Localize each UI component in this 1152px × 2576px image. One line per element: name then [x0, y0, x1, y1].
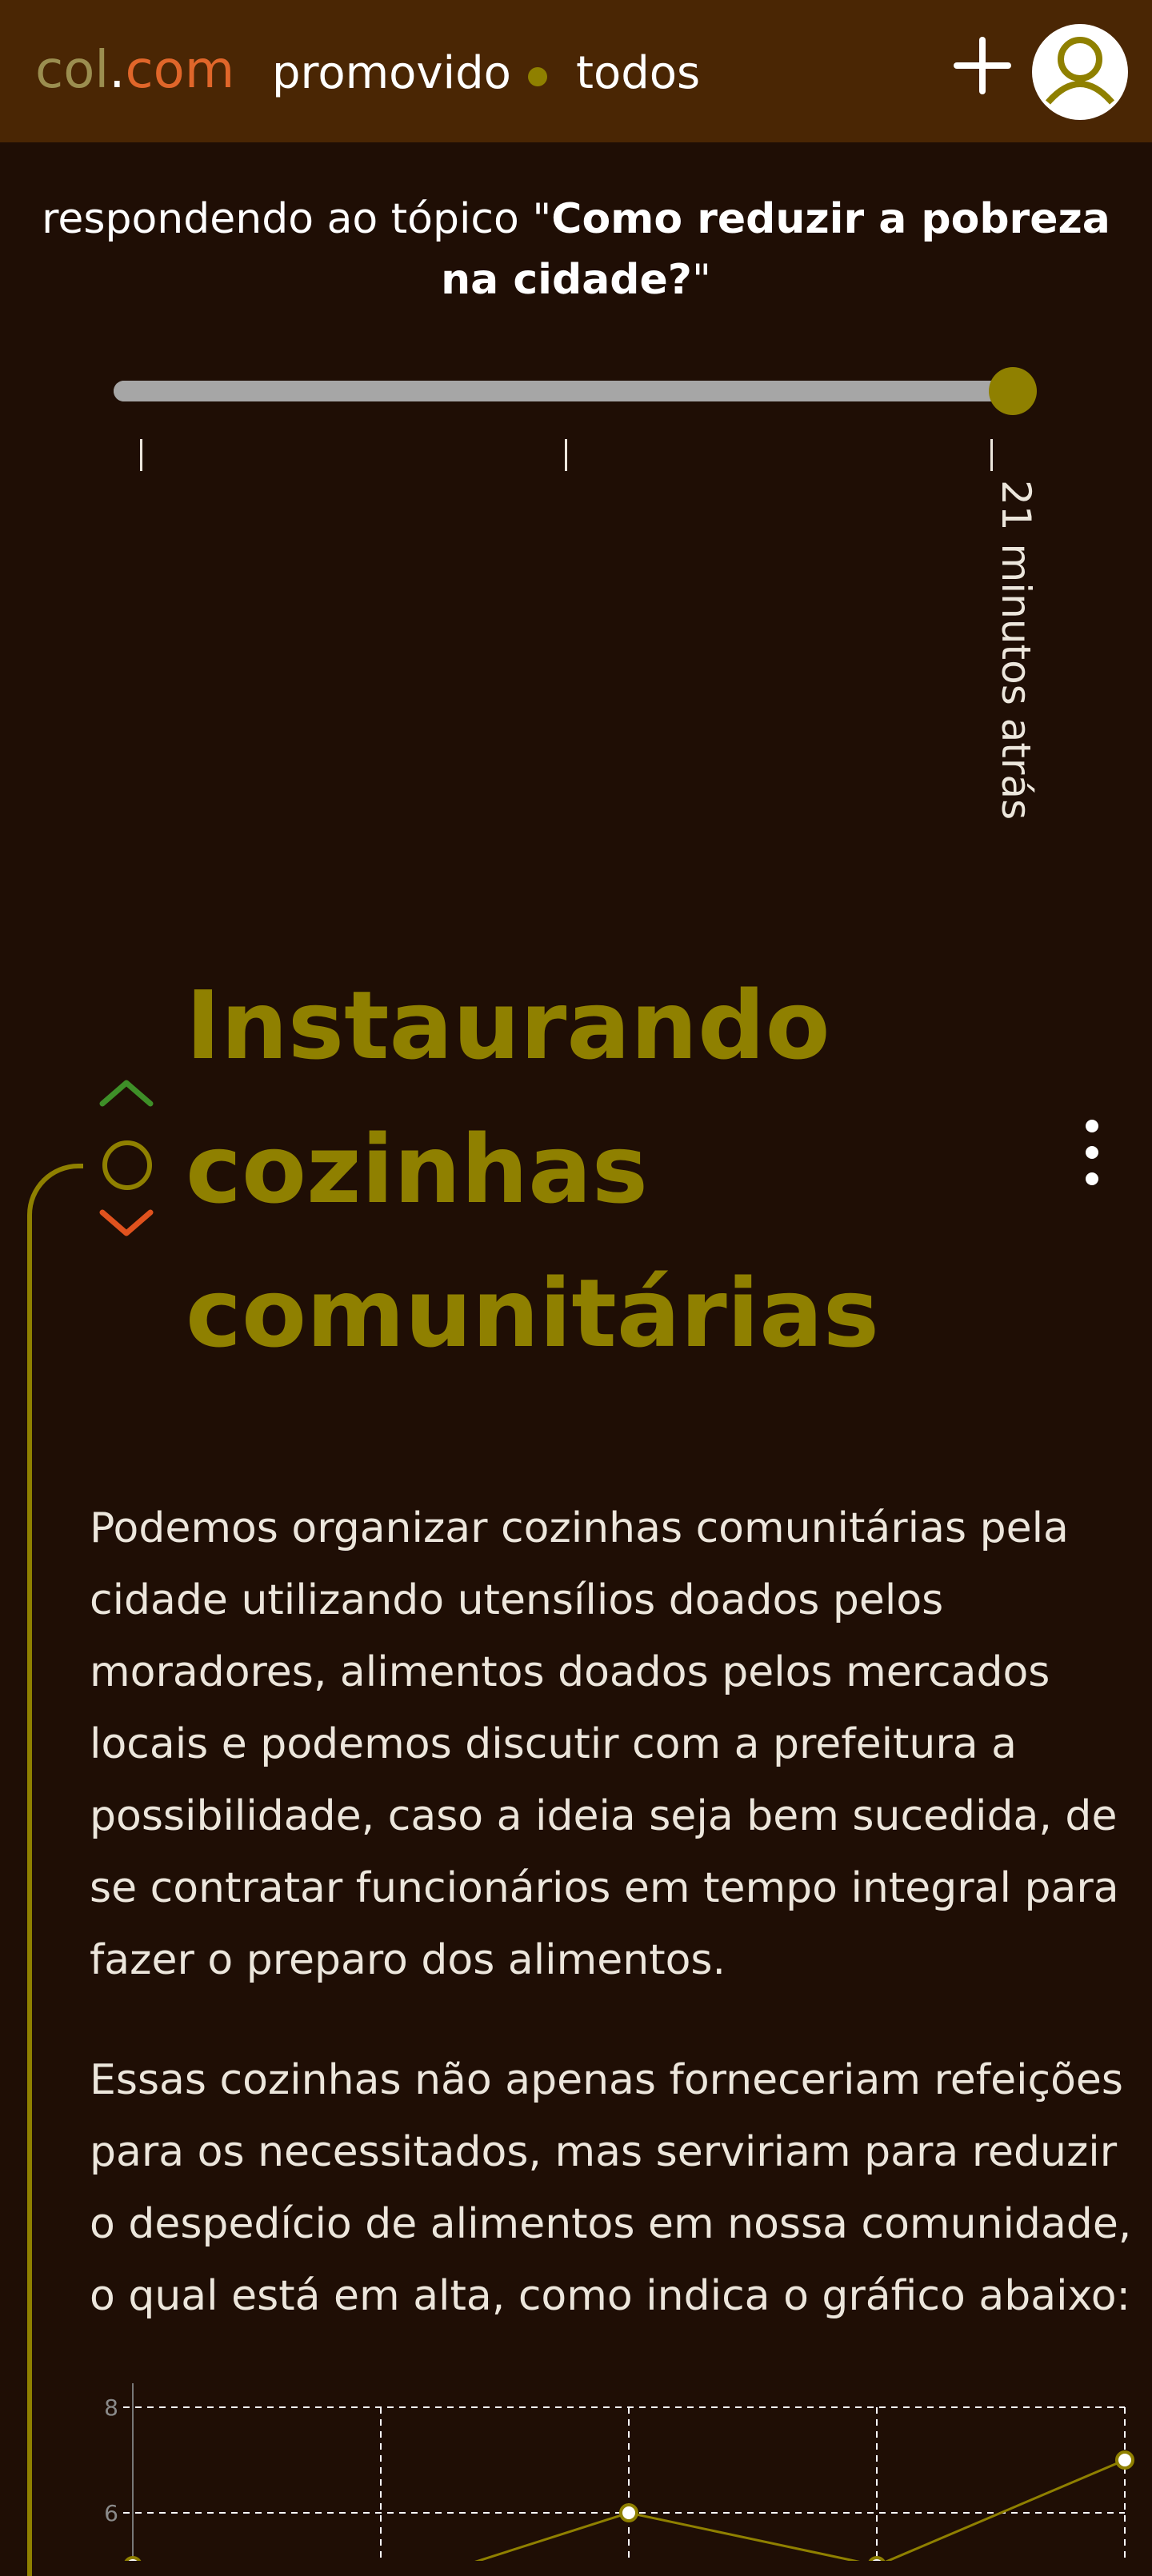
nav-separator-dot: [528, 67, 547, 86]
circle-icon[interactable]: [102, 1140, 152, 1190]
chart-point: [1115, 2450, 1134, 2470]
thread-line: [27, 1164, 83, 2576]
timeline-tick: [565, 439, 567, 471]
chart-y-tick-label: 6: [104, 2500, 118, 2526]
waste-chart: 86: [104, 2383, 1134, 2561]
logo-part2: com: [125, 41, 235, 100]
topic-suffix: ": [691, 256, 711, 304]
logo-part1: col: [35, 41, 110, 100]
timeline-tick: [140, 439, 142, 471]
top-bar: col.com promovido todos: [0, 0, 1152, 142]
topic-line: respondendo ao tópico "Como reduzir a po…: [24, 189, 1128, 310]
more-vertical-icon[interactable]: [1080, 1116, 1104, 1188]
timeline-tick: [990, 439, 993, 471]
chart-point: [124, 2556, 142, 2561]
chart-point: [868, 2556, 886, 2561]
chart-y-tick-label: 8: [104, 2394, 118, 2421]
topic-prefix: respondendo ao tópico ": [42, 195, 552, 243]
nav-all-link[interactable]: todos: [576, 43, 700, 104]
logo-dot: .: [109, 41, 126, 100]
user-avatar-icon: [1045, 37, 1115, 105]
timeline-slider-thumb[interactable]: [989, 367, 1037, 415]
chart-point: [619, 2503, 638, 2522]
timeline-slider-fill: [114, 381, 1013, 401]
timeline-slider-track[interactable]: [114, 381, 1013, 401]
plus-icon[interactable]: [954, 37, 1011, 94]
post-paragraph: Podemos organizar cozinhas comunitárias …: [90, 1504, 1119, 1984]
post-title: Instaurando cozinhas comunitárias: [186, 970, 879, 1368]
timeline-time-label: 21 minutos atrás: [993, 480, 1039, 821]
chevron-up-icon[interactable]: [98, 1076, 155, 1108]
logo[interactable]: col.com: [35, 38, 234, 102]
chevron-down-icon[interactable]: [98, 1208, 155, 1240]
nav-promoted-link[interactable]: promovido: [272, 43, 511, 104]
user-avatar-button[interactable]: [1032, 24, 1128, 120]
post-paragraph: Essas cozinhas não apenas forneceriam re…: [90, 2056, 1132, 2320]
